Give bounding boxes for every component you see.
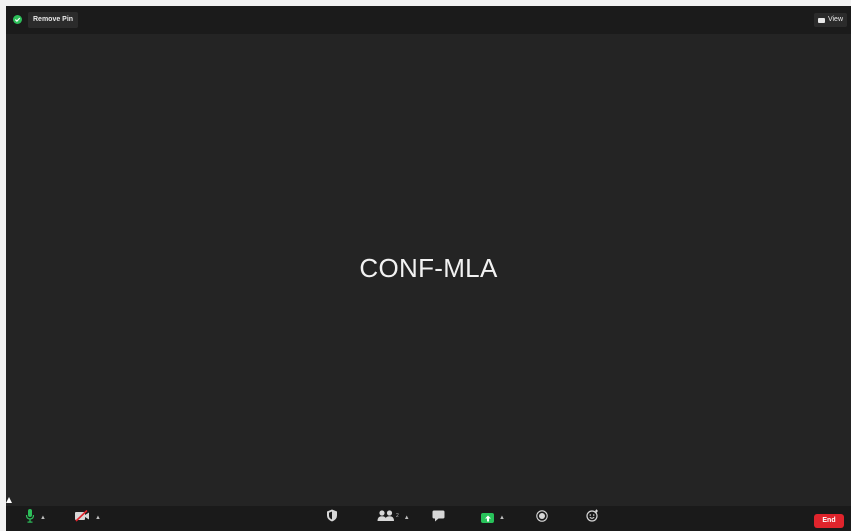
participants-control[interactable]: 2 ▲: [377, 509, 410, 527]
chat-icon[interactable]: [432, 509, 445, 527]
share-options-caret-icon[interactable]: ▲: [499, 515, 505, 521]
participant-name: CONF-MLA: [359, 253, 498, 283]
record-icon[interactable]: [536, 509, 548, 527]
audio-options-caret-icon[interactable]: ▲: [40, 515, 46, 521]
active-speaker-video: CONF-MLA: [6, 34, 851, 503]
microphone-icon[interactable]: [25, 508, 35, 528]
participants-icon[interactable]: [377, 509, 395, 527]
view-grid-icon: [817, 17, 825, 23]
reactions-button[interactable]: [586, 509, 599, 527]
chat-button[interactable]: [432, 509, 445, 527]
meeting-window: Remove Pin View CONF-MLA ▲ ▲ 2 ▲ ▲ End: [6, 6, 851, 531]
video-options-caret-icon[interactable]: ▲: [95, 515, 101, 521]
mute-control[interactable]: ▲: [25, 508, 46, 528]
video-off-icon[interactable]: [74, 509, 90, 527]
security-shield-icon[interactable]: [326, 509, 338, 527]
share-screen-icon[interactable]: [481, 513, 494, 523]
participants-options-caret-icon[interactable]: ▲: [404, 515, 410, 521]
mouse-cursor: [6, 497, 12, 503]
view-label: View: [827, 16, 843, 23]
record-button[interactable]: [536, 509, 548, 527]
security-check-icon: [13, 15, 22, 24]
video-control[interactable]: ▲: [74, 509, 101, 527]
share-screen-control[interactable]: ▲: [481, 511, 505, 525]
view-button[interactable]: View: [813, 13, 847, 27]
top-bar: Remove Pin View: [6, 6, 851, 34]
remove-pin-button[interactable]: Remove Pin: [28, 12, 79, 28]
meeting-toolbar: ▲ ▲ 2 ▲ ▲ End: [6, 506, 851, 531]
participant-count: 2: [396, 513, 399, 519]
end-meeting-button[interactable]: End: [814, 514, 844, 528]
security-button[interactable]: [326, 509, 338, 527]
reactions-icon[interactable]: [586, 509, 599, 527]
